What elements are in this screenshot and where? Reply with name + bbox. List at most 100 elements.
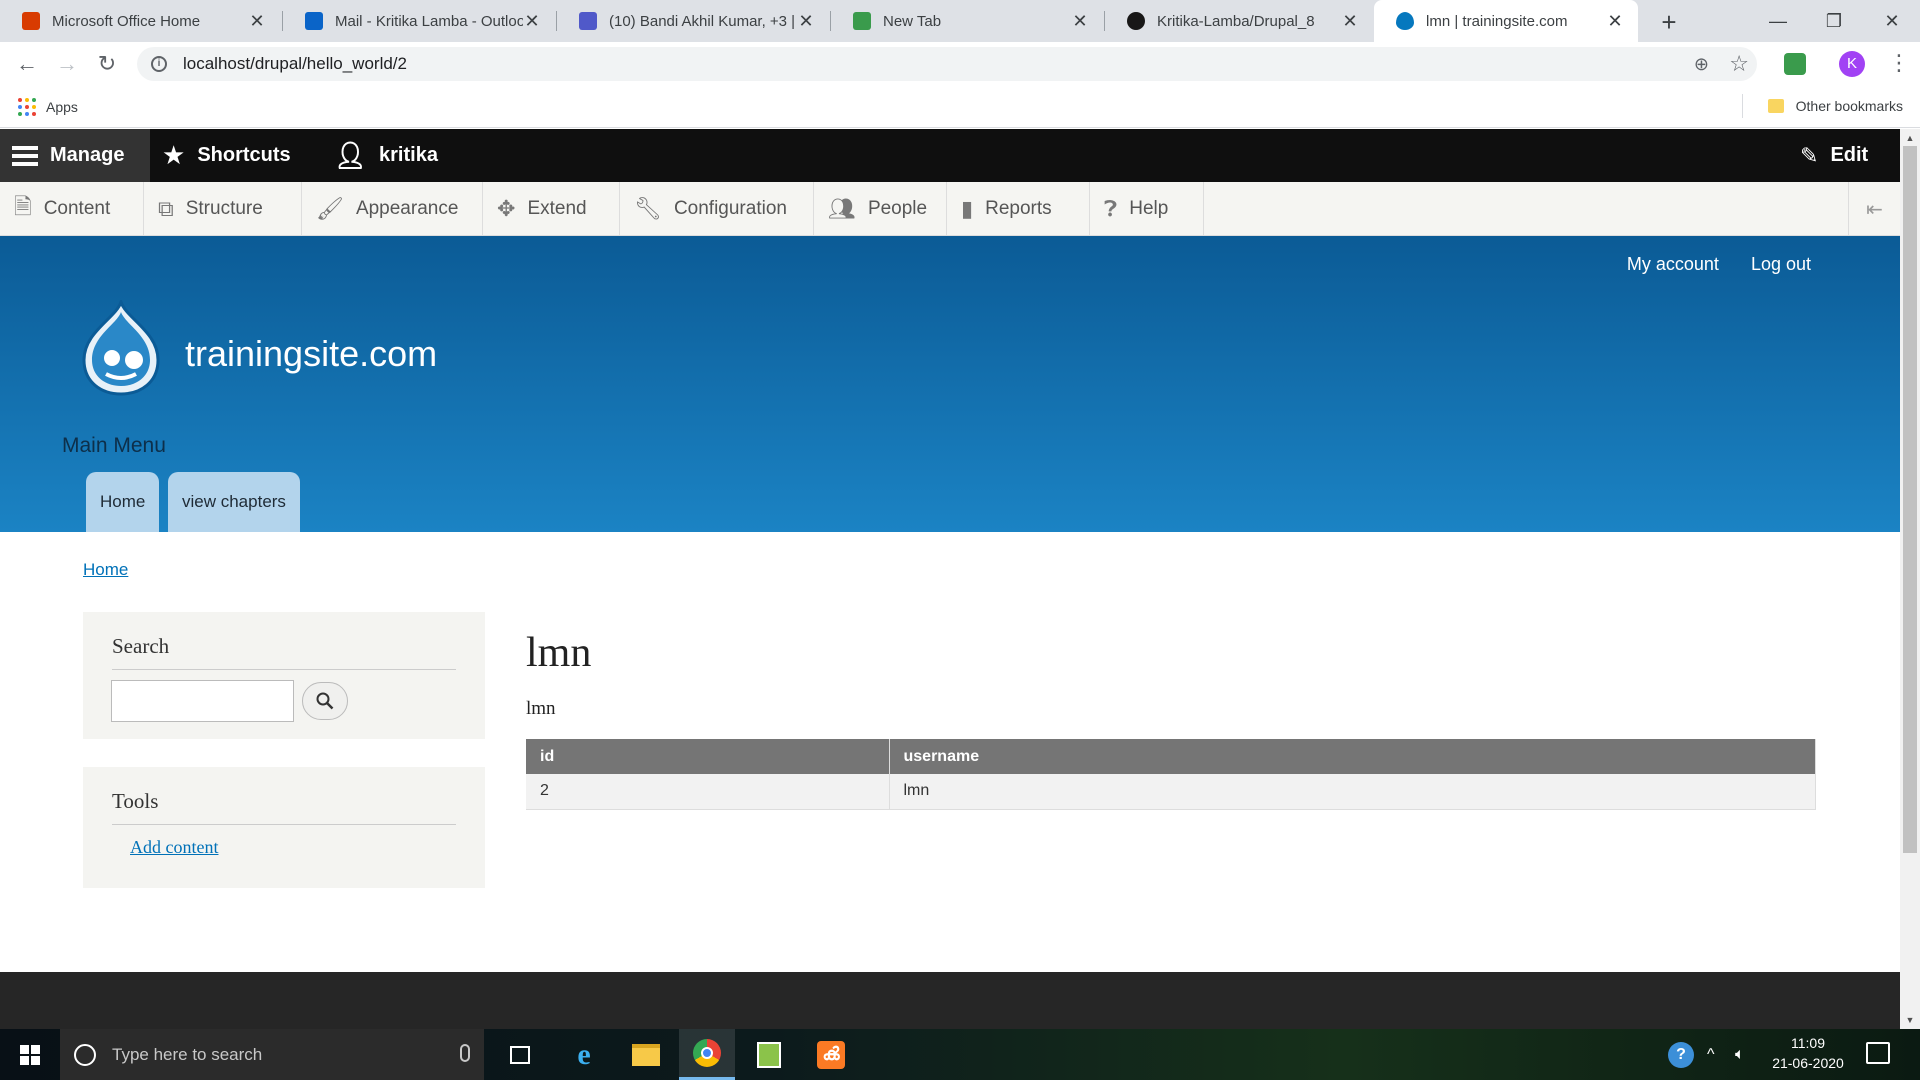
tray-item-help[interactable]: ❓︎ Help: [1090, 182, 1204, 236]
table-row: 2 lmn: [526, 774, 1816, 810]
bookmarks-bar: Apps Other bookmarks: [0, 86, 1920, 128]
pencil-icon: ✎: [1800, 142, 1819, 168]
internet-explorer-icon[interactable]: e: [556, 1029, 612, 1080]
tray-item-people[interactable]: 👥︎ People: [814, 182, 947, 236]
clock-date: 21-06-2020: [1772, 1055, 1844, 1071]
cell-id: 2: [526, 774, 890, 810]
main-menu-home[interactable]: Home: [86, 472, 160, 532]
browser-tab-newtab[interactable]: New Tab ✕: [831, 0, 1103, 42]
tray-label: Configuration: [673, 198, 787, 219]
profile-avatar[interactable]: K: [1839, 51, 1865, 77]
log-out-link[interactable]: Log out: [1751, 254, 1811, 275]
outlook-icon: [305, 12, 323, 30]
manage-button[interactable]: Manage: [0, 129, 150, 182]
scrollbar-thumb[interactable]: [1903, 146, 1917, 853]
tab-title: Microsoft Office Home: [52, 12, 201, 30]
apps-label: Apps: [46, 99, 78, 115]
apps-bookmark[interactable]: Apps: [18, 98, 78, 116]
browser-tab-teams[interactable]: (10) Bandi Akhil Kumar, +3 | Microsoft T…: [557, 0, 829, 42]
notepad-plus-icon[interactable]: [741, 1029, 797, 1080]
address-bar[interactable]: i localhost/drupal/hello_world/2 ⊕ ☆: [137, 47, 1757, 81]
close-icon[interactable]: ✕: [1341, 11, 1359, 32]
search-block-title: Search: [112, 634, 456, 670]
task-view-icon[interactable]: [492, 1029, 548, 1080]
browser-tab-outlook[interactable]: Mail - Kritika Lamba - Outlook ✕: [283, 0, 555, 42]
tray-item-reports[interactable]: ▮ Reports: [947, 182, 1090, 236]
page-scrollbar[interactable]: ▲ ▼: [1900, 129, 1920, 1029]
chrome-icon[interactable]: [679, 1029, 735, 1080]
bookmark-star-icon[interactable]: ☆: [1729, 51, 1749, 77]
tray-item-structure[interactable]: ⧉ Structure: [144, 182, 302, 236]
user-label: kritika: [379, 144, 438, 166]
windows-logo-icon: [20, 1044, 40, 1065]
main-menu-view-chapters[interactable]: view chapters: [168, 472, 300, 532]
paintbrush-icon: 🖌︎: [316, 196, 344, 221]
admin-toolbar: Manage ★ Shortcuts 👤︎ kritika ✎ Edit: [0, 129, 1900, 182]
user-button[interactable]: 👤︎ kritika: [334, 129, 438, 182]
info-icon[interactable]: i: [151, 56, 167, 72]
breadcrumb-home[interactable]: Home: [83, 560, 128, 580]
chevron-up-icon[interactable]: ^: [1707, 1029, 1715, 1080]
tray-item-configuration[interactable]: 🔧︎ Configuration: [620, 182, 814, 236]
other-bookmarks[interactable]: Other bookmarks: [1767, 98, 1903, 114]
extension-icon[interactable]: [1784, 53, 1806, 75]
toggle-orientation-icon[interactable]: ⇤: [1848, 182, 1900, 236]
close-icon[interactable]: ✕: [797, 11, 815, 32]
tray-item-content[interactable]: 🗎︎ Content: [0, 182, 144, 236]
close-window-button[interactable]: ✕: [1864, 0, 1920, 42]
drupal-icon: [1396, 12, 1414, 30]
help-tray-icon[interactable]: ?: [1668, 1029, 1694, 1080]
scroll-up-icon[interactable]: ▲: [1900, 133, 1920, 143]
browser-menu-icon[interactable]: ⋮: [1888, 50, 1910, 76]
tab-title: New Tab: [883, 12, 942, 30]
tray-item-appearance[interactable]: 🖌︎ Appearance: [302, 182, 483, 236]
edit-label: Edit: [1830, 144, 1869, 166]
tray-item-extend[interactable]: ✥ Extend: [483, 182, 620, 236]
start-button[interactable]: [0, 1029, 60, 1080]
browser-tab-office[interactable]: Microsoft Office Home ✕: [0, 0, 280, 42]
restore-button[interactable]: ❐: [1806, 0, 1862, 42]
microphone-icon[interactable]: [460, 1044, 470, 1062]
other-bookmarks-label: Other bookmarks: [1795, 98, 1903, 114]
url-text[interactable]: localhost/drupal/hello_world/2: [183, 54, 407, 74]
close-icon[interactable]: ✕: [1071, 11, 1089, 32]
scroll-down-icon[interactable]: ▼: [1900, 1015, 1920, 1025]
file-explorer-icon[interactable]: [618, 1029, 674, 1080]
browser-tab-github[interactable]: Kritika-Lamba/Drupal_8 ✕: [1105, 0, 1373, 42]
browser-tab-active[interactable]: lmn | trainingsite.com ✕: [1374, 0, 1638, 42]
taskbar-clock[interactable]: 11:09 21-06-2020: [1768, 1033, 1848, 1073]
xampp-icon[interactable]: ൿ: [803, 1029, 859, 1080]
close-icon[interactable]: ✕: [523, 11, 541, 32]
close-icon[interactable]: ✕: [248, 11, 266, 32]
user-icon: 👤︎: [334, 140, 368, 170]
search-input[interactable]: [111, 680, 294, 722]
volume-icon[interactable]: 🔈︎: [1735, 1029, 1745, 1080]
site-name[interactable]: trainingsite.com: [185, 333, 437, 375]
minimize-button[interactable]: —: [1750, 0, 1806, 42]
sitemap-icon: ⧉: [158, 196, 174, 221]
puzzle-icon: ✥: [497, 196, 516, 221]
search-button[interactable]: [302, 682, 348, 720]
edit-button[interactable]: ✎ Edit: [1800, 129, 1868, 182]
tray-label: Structure: [185, 198, 263, 219]
page-viewport: Manage ★ Shortcuts 👤︎ kritika ✎ Edit 🗎︎ …: [0, 129, 1900, 1029]
notification-icon[interactable]: [1866, 1042, 1890, 1064]
my-account-link[interactable]: My account: [1627, 254, 1719, 275]
folder-icon: [1767, 99, 1784, 113]
site-footer: [0, 972, 1900, 1029]
forward-button[interactable]: →: [51, 48, 83, 80]
column-header-id: id: [526, 739, 890, 774]
page-subtitle: lmn: [526, 698, 556, 719]
add-content-link[interactable]: Add content: [130, 837, 218, 858]
reload-button[interactable]: ↻: [91, 48, 123, 80]
drupal-logo[interactable]: [80, 300, 162, 396]
users-table: id username 2 lmn: [526, 739, 1816, 810]
zoom-icon[interactable]: ⊕: [1694, 54, 1709, 75]
back-button[interactable]: ←: [11, 48, 43, 80]
site-header: My account Log out trainingsite.com Main…: [0, 236, 1900, 532]
close-icon[interactable]: ✕: [1606, 11, 1624, 32]
shortcuts-button[interactable]: ★ Shortcuts: [162, 129, 291, 182]
taskbar-search[interactable]: Type here to search: [60, 1029, 484, 1080]
new-tab-button[interactable]: +: [1654, 7, 1684, 38]
tools-block-title: Tools: [112, 789, 456, 825]
